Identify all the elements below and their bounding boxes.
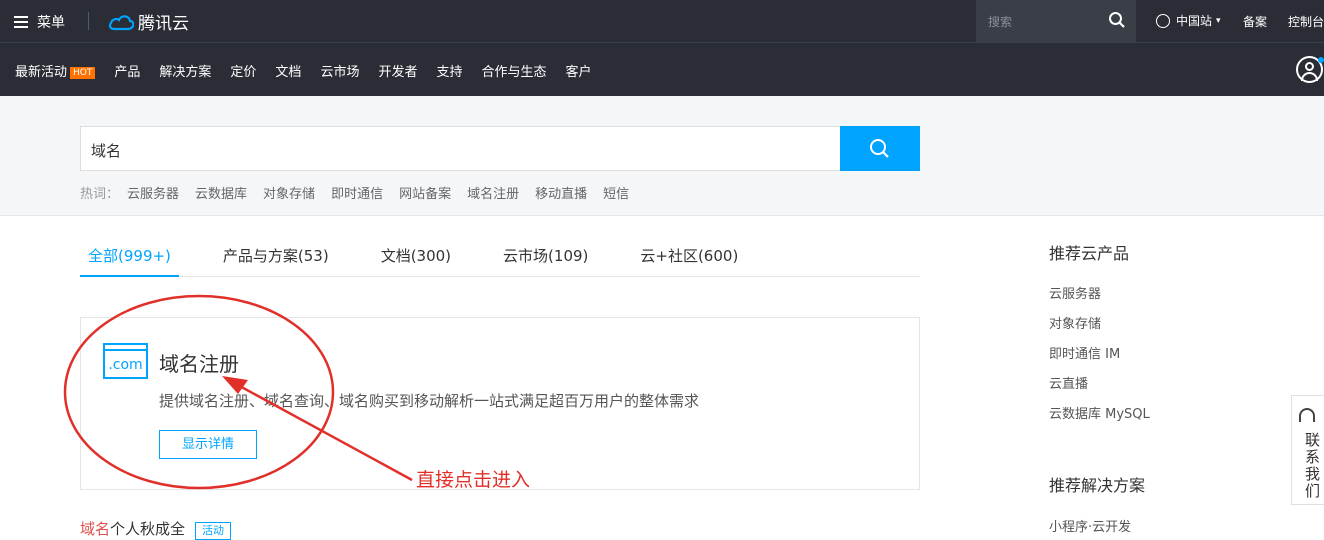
recommended-products: 推荐云产品 云服务器 对象存储 即时通信 IM 云直播 云数据库 MySQL — [1049, 240, 1150, 433]
nav-item-solutions[interactable]: 解决方案 — [159, 61, 211, 80]
nav-item-support[interactable]: 支持 — [436, 61, 462, 80]
dotcom-icon: .com — [103, 343, 148, 379]
hot-word[interactable]: 域名注册 — [467, 183, 519, 202]
nav-item-latest[interactable]: 最新活动 HOT — [15, 61, 96, 80]
tab-products[interactable]: 产品与方案(53) — [215, 246, 337, 277]
headset-icon — [1299, 408, 1315, 422]
menu-icon — [14, 16, 28, 28]
logo-text: 腾讯云 — [138, 14, 189, 34]
activity-tag: 活动 — [195, 522, 232, 540]
result-description: 提供域名注册、域名查询、域名购买到移动解析一站式满足超百万用户的整体需求 — [159, 392, 700, 410]
region-selector[interactable]: 中国站 ▾ — [1156, 12, 1221, 29]
top-search-placeholder: 搜索 — [988, 15, 1013, 29]
top-bar: 菜单 腾讯云 搜索 中国站 ▾ 备案 控制台 — [0, 0, 1324, 42]
recommended-products-title: 推荐云产品 — [1049, 244, 1130, 263]
hot-badge: HOT — [70, 67, 96, 79]
search-area: 域名 热词： 云服务器 云数据库 对象存储 即时通信 网站备案 域名注册 移动直… — [0, 96, 1324, 216]
nav-item-pricing[interactable]: 定价 — [230, 61, 256, 80]
search-button[interactable] — [840, 126, 920, 171]
hot-word[interactable]: 云数据库 — [195, 183, 247, 202]
nav-item-market[interactable]: 云市场 — [320, 61, 359, 80]
cloud-logo-icon — [108, 14, 134, 30]
top-search-input[interactable]: 搜索 — [976, 0, 1136, 42]
search-icon — [870, 139, 889, 158]
logo[interactable]: 腾讯云 — [108, 9, 189, 34]
next-result-title[interactable]: 域名个人秋成全 活动 — [80, 518, 232, 540]
menu-label: 菜单 — [37, 15, 65, 31]
nav-item-docs[interactable]: 文档 — [275, 61, 301, 80]
nav-item-customers[interactable]: 客户 — [566, 61, 592, 80]
console-link[interactable]: 控制台 — [1288, 13, 1324, 30]
recommended-solutions-title: 推荐解决方案 — [1049, 476, 1146, 495]
globe-icon — [1156, 13, 1170, 28]
nav-item-developers[interactable]: 开发者 — [378, 61, 417, 80]
sidebar-item[interactable]: 即时通信 IM — [1049, 343, 1150, 373]
user-avatar-icon[interactable] — [1296, 56, 1324, 83]
nav-item-partners[interactable]: 合作与生态 — [481, 61, 546, 80]
nav-item-label: 最新活动 — [15, 65, 68, 80]
tab-docs[interactable]: 文档(300) — [373, 246, 459, 277]
menu-button[interactable]: 菜单 — [14, 12, 65, 32]
tab-all[interactable]: 全部(999+) — [80, 246, 179, 277]
hot-words-label: 热词： — [80, 187, 120, 202]
sidebar-item[interactable]: 小程序·云开发 — [1049, 516, 1145, 535]
tab-community[interactable]: 云+社区(600) — [632, 246, 746, 277]
result-title[interactable]: 域名注册 — [159, 348, 239, 377]
sidebar-item[interactable]: 云数据库 MySQL — [1049, 403, 1150, 433]
sidebar-item[interactable]: 对象存储 — [1049, 313, 1150, 343]
hot-words: 热词： 云服务器 云数据库 对象存储 即时通信 网站备案 域名注册 移动直播 短… — [80, 183, 645, 202]
show-details-button[interactable]: 显示详情 — [159, 430, 257, 459]
beian-link[interactable]: 备案 — [1243, 13, 1267, 30]
annotation-text: 直接点击进入 — [416, 469, 531, 491]
hot-word[interactable]: 短信 — [603, 183, 629, 202]
result-tabs: 全部(999+) 产品与方案(53) 文档(300) 云市场(109) 云+社区… — [80, 246, 920, 277]
sidebar-item[interactable]: 云服务器 — [1049, 283, 1150, 313]
contact-us-button[interactable]: 联系我们 — [1291, 395, 1324, 505]
sidebar-item[interactable]: 云直播 — [1049, 373, 1150, 403]
divider — [88, 12, 89, 30]
hot-word[interactable]: 移动直播 — [535, 183, 587, 202]
tab-market[interactable]: 云市场(109) — [495, 246, 596, 277]
hot-word[interactable]: 网站备案 — [399, 183, 451, 202]
notification-dot — [1318, 57, 1324, 63]
contact-us-label: 联系我们 — [1305, 431, 1321, 500]
hot-word[interactable]: 即时通信 — [331, 183, 383, 202]
search-icon[interactable] — [1108, 11, 1126, 29]
main-nav: 最新活动 HOT 产品 解决方案 定价 文档 云市场 开发者 支持 合作与生态 客… — [0, 42, 1324, 96]
nav-item-products[interactable]: 产品 — [114, 61, 140, 80]
chevron-down-icon: ▾ — [1216, 15, 1221, 26]
search-input[interactable]: 域名 — [80, 126, 840, 171]
region-label: 中国站 — [1176, 14, 1213, 28]
hot-word[interactable]: 对象存储 — [263, 183, 315, 202]
hot-word[interactable]: 云服务器 — [127, 183, 179, 202]
recommended-solutions: 推荐解决方案 小程序·云开发 — [1049, 472, 1145, 535]
